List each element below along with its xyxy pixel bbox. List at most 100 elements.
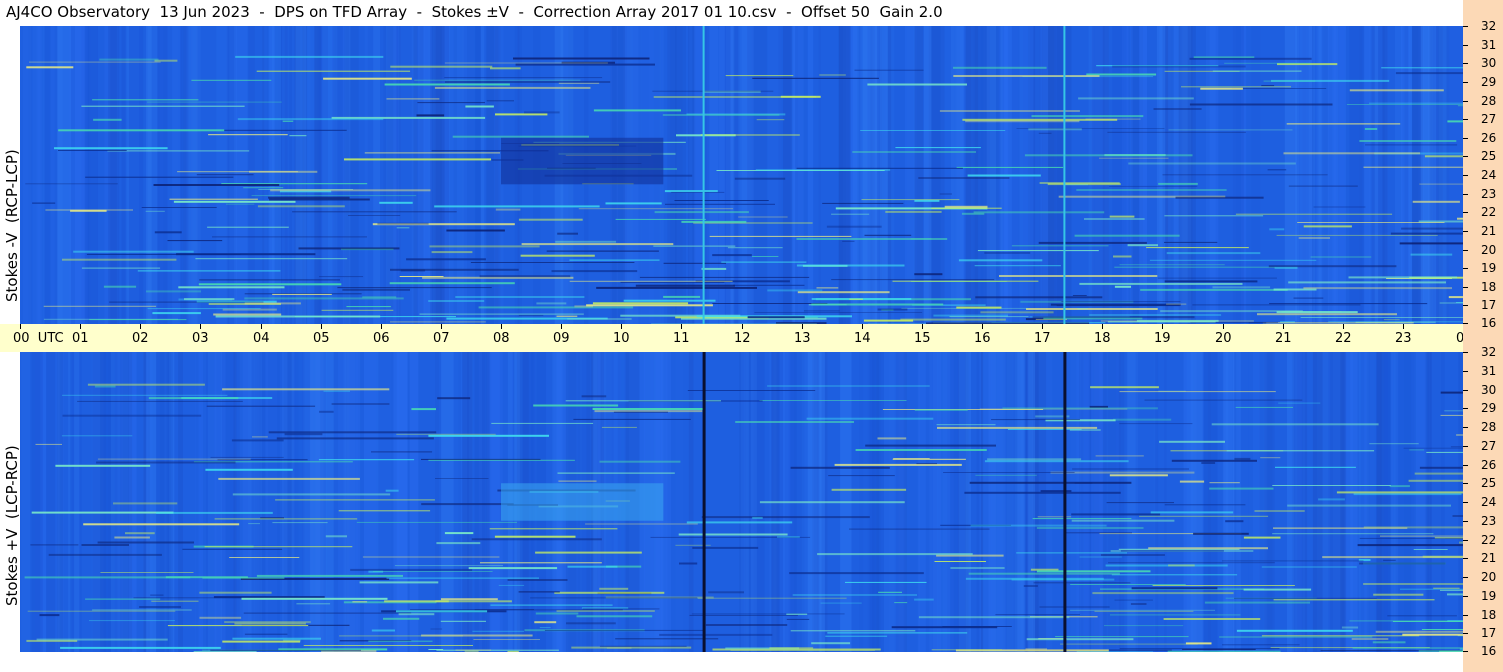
rfi-streak [321,309,394,311]
rfi-streak [323,390,350,392]
bright-region [501,483,664,521]
rfi-streak [81,105,245,107]
noise-column [114,352,123,652]
rfi-streak [585,523,698,525]
rfi-streak [1070,584,1186,585]
hour-tick-label: 18 [1094,331,1111,346]
noise-column [271,26,275,324]
rfi-streak [1153,108,1202,110]
noise-column [1225,352,1234,652]
rfi-streak [1120,550,1224,552]
rfi-streak [1351,638,1389,640]
rfi-streak [767,385,930,387]
rfi-streak [518,591,560,593]
rfi-streak [489,528,618,530]
frequency-tick-label: 17 [1481,626,1497,641]
rfi-streak [662,114,780,116]
rfi-streak [1113,418,1172,421]
rfi-streak [1359,140,1457,142]
hour-tick-label: 15 [914,331,931,346]
rfi-streak [792,594,917,596]
rfi-streak [81,267,161,269]
rfi-streak [89,319,187,321]
rfi-streak [1372,641,1406,644]
rfi-streak [36,638,168,641]
rfi-streak [521,243,674,246]
rfi-streak [1273,599,1435,601]
rfi-streak [931,649,1002,651]
rfi-streak [855,449,987,451]
rfi-streak [831,279,995,281]
rfi-streak [752,77,879,79]
rfi-streak [944,205,988,208]
rfi-streak [1287,504,1451,507]
hour-tick-label: 13 [794,331,811,346]
rfi-streak [1089,314,1222,316]
noise-column [46,352,56,652]
noise-column [59,352,64,652]
noise-column [932,352,941,652]
noise-column [1364,26,1371,324]
rfi-streak [167,625,309,627]
rfi-streak [1152,585,1295,586]
rfi-streak [373,571,493,572]
rfi-streak [558,82,600,84]
rfi-streak [1269,303,1428,305]
rfi-streak [232,637,321,640]
rfi-streak [681,220,747,223]
rfi-streak [1276,234,1438,236]
rfi-streak [1381,67,1463,69]
rfi-streak [752,516,763,519]
rfi-streak [1209,487,1274,490]
noise-column [1130,26,1133,324]
rfi-streak [936,424,996,426]
rfi-streak [1011,578,1115,581]
noise-column [1006,352,1018,652]
rfi-streak [593,109,681,112]
frequency-tick [1463,212,1468,214]
noise-column [1204,352,1218,652]
rfi-streak [364,152,500,154]
rfi-streak [272,522,328,524]
rfi-streak [535,612,579,615]
rfi-streak [244,633,288,635]
noise-column [478,352,483,652]
event-marker-line [702,26,705,324]
rfi-streak [786,618,810,620]
rfi-streak [398,613,435,616]
rfi-streak [796,264,905,267]
rfi-streak [518,218,583,221]
rfi-streak [435,478,489,479]
rfi-streak [1219,636,1373,638]
rfi-streak [1164,280,1258,283]
rfi-streak [1130,603,1147,605]
rfi-streak [1166,252,1261,255]
rfi-streak [107,150,250,152]
rfi-streak [318,459,415,461]
rfi-streak [1105,564,1228,567]
rfi-streak [272,293,332,295]
noise-column [295,26,307,324]
rfi-streak [268,196,350,199]
hour-tick [200,324,201,329]
rfi-streak [325,535,347,538]
rfi-streak [206,405,316,407]
rfi-streak [421,503,514,506]
rfi-streak [1293,297,1324,299]
event-marker-line [1063,352,1067,652]
hour-tick [1283,324,1284,329]
rfi-streak [436,649,559,651]
rfi-streak [431,251,473,254]
rfi-streak [417,102,485,104]
rfi-streak [62,414,202,417]
rfi-streak [747,316,805,319]
noise-column [409,352,419,652]
rfi-streak [1395,72,1463,75]
rfi-streak [1268,265,1397,268]
rfi-streak [605,202,662,205]
rfi-streak [816,287,839,289]
rfi-streak [114,536,150,539]
title-bar: AJ4CO Observatory 13 Jun 2023 - DPS on T… [0,0,1463,26]
hour-tick-label: 07 [433,331,450,346]
frequency-tick-label: 16 [1481,644,1497,658]
